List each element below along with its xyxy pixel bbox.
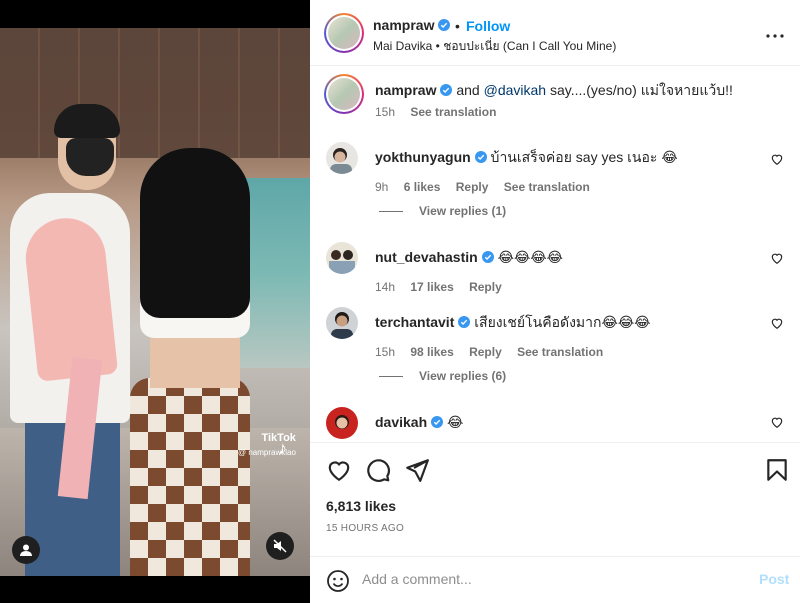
- view-replies-button[interactable]: View replies (6): [379, 369, 506, 383]
- comment-likes[interactable]: 6 likes: [404, 180, 441, 194]
- likes-count[interactable]: 6,813 likes: [326, 498, 396, 514]
- author-username[interactable]: nampraw: [373, 17, 451, 33]
- audio-subtitle[interactable]: Mai Davika • ชอบปะเนี่ย (Can I Call You …: [373, 37, 616, 56]
- comment-likes[interactable]: 98 likes: [410, 345, 453, 359]
- post-header: nampraw • Follow Mai Davika • ชอบปะเนี่ย…: [310, 0, 800, 66]
- comment-time[interactable]: 9h: [375, 180, 388, 194]
- share-paper-plane-icon[interactable]: [404, 457, 430, 483]
- mute-button[interactable]: [266, 532, 294, 560]
- comment-body: เสียงเชย์โนคือดังมาก😂😂😂: [470, 314, 651, 330]
- caption-username[interactable]: nampraw: [375, 82, 436, 98]
- comment-text: davikah 😂: [375, 413, 765, 431]
- comment-input[interactable]: [362, 571, 742, 587]
- woman-pants: [130, 378, 250, 576]
- comment-reply-button[interactable]: Reply: [456, 180, 489, 194]
- view-replies-label[interactable]: View replies (6): [419, 369, 506, 383]
- comments-list[interactable]: nampraw and @davikah say....(yes/no) แม่…: [310, 67, 800, 442]
- like-comment-heart-icon[interactable]: [770, 152, 784, 166]
- comment-username[interactable]: davikah: [375, 414, 427, 430]
- caption-avatar[interactable]: [324, 74, 364, 114]
- comment-text: yokthunyagun บ้านเสร็จค่อย say yes เนอะ …: [375, 148, 765, 166]
- comment-meta: 9h 6 likes Reply See translation: [375, 180, 602, 194]
- comment-username[interactable]: terchantavit: [375, 314, 454, 330]
- tiktok-brand: TikTok: [261, 432, 296, 444]
- verified-badge-icon: [481, 251, 494, 263]
- comment-meta: 15h 98 likes Reply See translation: [375, 345, 615, 359]
- caption-text-prefix: and: [452, 82, 484, 98]
- like-heart-icon[interactable]: [326, 457, 352, 483]
- post-details-panel: nampraw • Follow Mai Davika • ชอบปะเนี่ย…: [310, 0, 800, 603]
- replies-line: [379, 376, 403, 378]
- more-horizontal-icon: [766, 34, 784, 38]
- caption-text: nampraw and @davikah say....(yes/no) แม่…: [375, 81, 765, 99]
- comment-text: nut_devahastin 😂😂😂😂: [375, 248, 765, 266]
- comment-avatar[interactable]: [326, 307, 358, 339]
- view-replies-button[interactable]: View replies (1): [379, 204, 506, 218]
- ceiling: [0, 28, 310, 158]
- separator-dot: •: [455, 18, 460, 34]
- caption-meta: 15h See translation: [375, 105, 508, 119]
- comment-item: yokthunyagun บ้านเสร็จค่อย say yes เนอะ …: [326, 142, 786, 202]
- comment-time[interactable]: 15h: [375, 345, 395, 359]
- view-replies-label[interactable]: View replies (1): [419, 204, 506, 218]
- comment-item: davikah 😂: [326, 407, 786, 442]
- caption-time[interactable]: 15h: [375, 105, 395, 119]
- comment-item: nut_devahastin 😂😂😂😂 14h 17 likes Reply: [326, 242, 786, 294]
- bookmark-save-icon[interactable]: [764, 457, 790, 483]
- like-comment-heart-icon[interactable]: [770, 251, 784, 265]
- instagram-post-view: ♪ TikTok @ namprawklao nampraw • Follow …: [0, 0, 800, 603]
- post-media[interactable]: ♪ TikTok @ namprawklao: [0, 0, 310, 603]
- follow-button[interactable]: Follow: [466, 18, 510, 34]
- video-frame[interactable]: [0, 28, 310, 576]
- face-mask: [66, 138, 114, 176]
- comment-body: บ้านเสร็จค่อย say yes เนอะ 😂: [486, 149, 678, 165]
- tiktok-handle: @ namprawklao: [238, 448, 296, 457]
- comment-see-translation[interactable]: See translation: [517, 345, 603, 359]
- post-timestamp[interactable]: 15 HOURS AGO: [326, 523, 404, 534]
- verified-badge-icon: [458, 316, 471, 328]
- author-avatar[interactable]: [324, 13, 364, 53]
- replies-line: [379, 211, 403, 213]
- comment-time[interactable]: 14h: [375, 280, 395, 294]
- comment-see-translation[interactable]: See translation: [504, 180, 590, 194]
- user-icon: [20, 544, 32, 556]
- comment-avatar[interactable]: [326, 242, 358, 274]
- more-options-button[interactable]: [766, 22, 784, 43]
- caption-see-translation[interactable]: See translation: [410, 105, 496, 119]
- post-footer: 6,813 likes 15 HOURS AGO Post: [310, 442, 800, 603]
- verified-badge-icon: [440, 84, 453, 96]
- verified-badge-icon: [431, 416, 444, 428]
- add-comment-bar: Post: [310, 556, 800, 603]
- comment-body: 😂😂😂😂: [493, 249, 564, 265]
- verified-badge-icon: [474, 151, 487, 163]
- post-comment-button[interactable]: Post: [759, 571, 789, 587]
- comment-reply-button[interactable]: Reply: [469, 280, 502, 294]
- woman-hair: [140, 148, 250, 318]
- man-hair: [54, 104, 120, 138]
- tiktok-watermark: TikTok @ namprawklao: [238, 432, 296, 457]
- tagged-users-button[interactable]: [12, 536, 40, 564]
- caption-mention[interactable]: @davikah: [484, 82, 546, 98]
- like-comment-heart-icon[interactable]: [770, 415, 784, 429]
- caption-text-suffix: say....(yes/no) แม่ใจหายแว้บ!!: [546, 82, 733, 98]
- comment-avatar[interactable]: [326, 142, 358, 174]
- comment-bubble-icon[interactable]: [365, 457, 391, 483]
- verified-badge-icon: [438, 19, 451, 31]
- emoji-smiley-icon[interactable]: [326, 569, 350, 593]
- comment-username[interactable]: nut_devahastin: [375, 249, 478, 265]
- comment-avatar[interactable]: [326, 407, 358, 439]
- comment-likes[interactable]: 17 likes: [410, 280, 453, 294]
- post-caption: nampraw and @davikah say....(yes/no) แม่…: [324, 74, 786, 125]
- comment-reply-button[interactable]: Reply: [469, 345, 502, 359]
- comment-body: 😂: [443, 414, 464, 430]
- comment-username[interactable]: yokthunyagun: [375, 149, 471, 165]
- author-username-text[interactable]: nampraw: [373, 17, 434, 33]
- like-comment-heart-icon[interactable]: [770, 316, 784, 330]
- muted-speaker-icon: [273, 539, 287, 553]
- comment-meta: 14h 17 likes Reply: [375, 280, 514, 294]
- comment-item: terchantavit เสียงเชย์โนคือดังมาก😂😂😂 15h…: [326, 307, 786, 367]
- comment-text: terchantavit เสียงเชย์โนคือดังมาก😂😂😂: [375, 313, 765, 331]
